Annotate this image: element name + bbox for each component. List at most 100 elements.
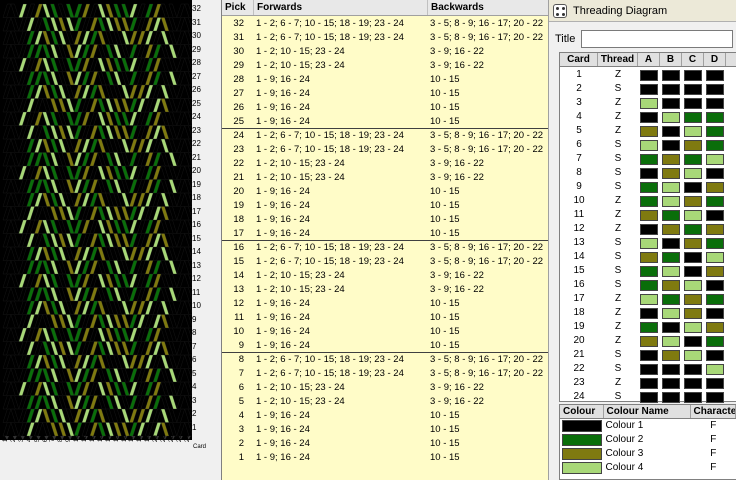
thread-direction[interactable]: S [598, 250, 638, 264]
header-pick[interactable]: Pick [222, 0, 254, 15]
hole-cell-c[interactable] [682, 222, 704, 236]
thread-direction[interactable]: S [598, 82, 638, 96]
hole-cell-a[interactable] [638, 320, 660, 334]
pick-row[interactable]: 21 1 - 2; 10 - 15; 23 - 24 3 - 9; 16 - 22 [222, 171, 552, 185]
pick-row[interactable]: 10 1 - 9; 16 - 24 10 - 15 [222, 325, 552, 339]
hole-cell-c[interactable] [682, 390, 704, 404]
hole-cell-d[interactable] [704, 222, 726, 236]
hole-cell-b[interactable] [660, 292, 682, 306]
card-row[interactable]: 1Z [560, 68, 726, 82]
hole-cell-c[interactable] [682, 362, 704, 376]
hole-cell-c[interactable] [682, 334, 704, 348]
hole-cell-d[interactable] [704, 250, 726, 264]
hole-cell-d[interactable] [704, 68, 726, 82]
card-row[interactable]: 8S [560, 166, 726, 180]
hole-cell-c[interactable] [682, 194, 704, 208]
hole-cell-b[interactable] [660, 152, 682, 166]
thread-direction[interactable]: Z [598, 320, 638, 334]
hole-cell-d[interactable] [704, 152, 726, 166]
colour-row[interactable]: Colour 2 F [560, 433, 736, 447]
header-colour-name[interactable]: Colour Name [604, 405, 691, 418]
hole-cell-d[interactable] [704, 264, 726, 278]
hole-cell-d[interactable] [704, 208, 726, 222]
pick-row[interactable]: 29 1 - 2; 10 - 15; 23 - 24 3 - 9; 16 - 22 [222, 59, 552, 73]
hole-cell-d[interactable] [704, 292, 726, 306]
thread-direction[interactable]: Z [598, 306, 638, 320]
hole-cell-a[interactable] [638, 292, 660, 306]
thread-direction[interactable]: S [598, 138, 638, 152]
card-row[interactable]: 7S [560, 152, 726, 166]
thread-direction[interactable]: S [598, 348, 638, 362]
thread-direction[interactable]: Z [598, 194, 638, 208]
hole-cell-c[interactable] [682, 292, 704, 306]
colour-row[interactable]: Colour 4 F [560, 461, 736, 475]
pick-list-panel[interactable]: Pick Forwards Backwards 32 1 - 2; 6 - 7; … [222, 0, 552, 480]
thread-direction[interactable]: S [598, 264, 638, 278]
hole-cell-c[interactable] [682, 306, 704, 320]
hole-cell-b[interactable] [660, 306, 682, 320]
card-row[interactable]: 13 S [560, 236, 726, 250]
hole-cell-d[interactable] [704, 334, 726, 348]
hole-cell-a[interactable] [638, 96, 660, 110]
hole-cell-a[interactable] [638, 68, 660, 82]
pick-row[interactable]: 7 1 - 2; 6 - 7; 10 - 15; 18 - 19; 23 - 24… [222, 367, 552, 381]
hole-cell-c[interactable] [682, 110, 704, 124]
hole-cell-b[interactable] [660, 194, 682, 208]
header-card[interactable]: Card [560, 53, 598, 66]
hole-cell-a[interactable] [638, 306, 660, 320]
thread-direction[interactable]: Z [598, 222, 638, 236]
card-row[interactable]: 21 S [560, 348, 726, 362]
hole-cell-c[interactable] [682, 250, 704, 264]
hole-cell-b[interactable] [660, 222, 682, 236]
colour-swatch-cell[interactable] [560, 447, 604, 461]
title-input[interactable] [581, 30, 734, 48]
thread-direction[interactable]: Z [598, 292, 638, 306]
hole-cell-a[interactable] [638, 376, 660, 390]
hole-cell-d[interactable] [704, 110, 726, 124]
card-row[interactable]: 17 Z [560, 292, 726, 306]
card-row[interactable]: 20 Z [560, 334, 726, 348]
hole-cell-a[interactable] [638, 124, 660, 138]
thread-direction[interactable]: S [598, 278, 638, 292]
card-row[interactable]: 14 S [560, 250, 726, 264]
header-hole-b[interactable]: B [660, 53, 682, 66]
hole-cell-c[interactable] [682, 278, 704, 292]
pick-row[interactable]: 14 1 - 2; 10 - 15; 23 - 24 3 - 9; 16 - 22 [222, 269, 552, 283]
hole-cell-d[interactable] [704, 390, 726, 404]
hole-cell-a[interactable] [638, 278, 660, 292]
hole-cell-d[interactable] [704, 236, 726, 250]
hole-cell-b[interactable] [660, 68, 682, 82]
hole-cell-a[interactable] [638, 236, 660, 250]
hole-cell-d[interactable] [704, 180, 726, 194]
hole-cell-c[interactable] [682, 236, 704, 250]
thread-direction[interactable]: S [598, 362, 638, 376]
hole-cell-a[interactable] [638, 362, 660, 376]
pick-row[interactable]: 3 1 - 9; 16 - 24 10 - 15 [222, 423, 552, 437]
card-row[interactable]: 16 S [560, 278, 726, 292]
thread-direction[interactable]: Z [598, 208, 638, 222]
hole-cell-c[interactable] [682, 348, 704, 362]
header-hole-c[interactable]: C [682, 53, 704, 66]
hole-cell-a[interactable] [638, 110, 660, 124]
thread-direction[interactable]: S [598, 166, 638, 180]
hole-cell-b[interactable] [660, 180, 682, 194]
hole-cell-a[interactable] [638, 250, 660, 264]
hole-cell-d[interactable] [704, 138, 726, 152]
hole-cell-d[interactable] [704, 82, 726, 96]
hole-cell-b[interactable] [660, 124, 682, 138]
card-row[interactable]: 4Z [560, 110, 726, 124]
card-row[interactable]: 15 S [560, 264, 726, 278]
card-row[interactable]: 12 Z [560, 222, 726, 236]
colour-swatch-cell[interactable] [560, 433, 604, 447]
hole-cell-b[interactable] [660, 138, 682, 152]
pick-row[interactable]: 6 1 - 2; 10 - 15; 23 - 24 3 - 9; 16 - 22 [222, 381, 552, 395]
hole-cell-a[interactable] [638, 334, 660, 348]
thread-direction[interactable]: Z [598, 68, 638, 82]
pick-row[interactable]: 12 1 - 9; 16 - 24 10 - 15 [222, 297, 552, 311]
pick-row[interactable]: 28 1 - 9; 16 - 24 10 - 15 [222, 73, 552, 87]
pick-row[interactable]: 1 1 - 9; 16 - 24 10 - 15 [222, 451, 552, 465]
hole-cell-d[interactable] [704, 278, 726, 292]
card-row[interactable]: 24 S [560, 390, 726, 404]
hole-cell-b[interactable] [660, 236, 682, 250]
hole-cell-a[interactable] [638, 390, 660, 404]
